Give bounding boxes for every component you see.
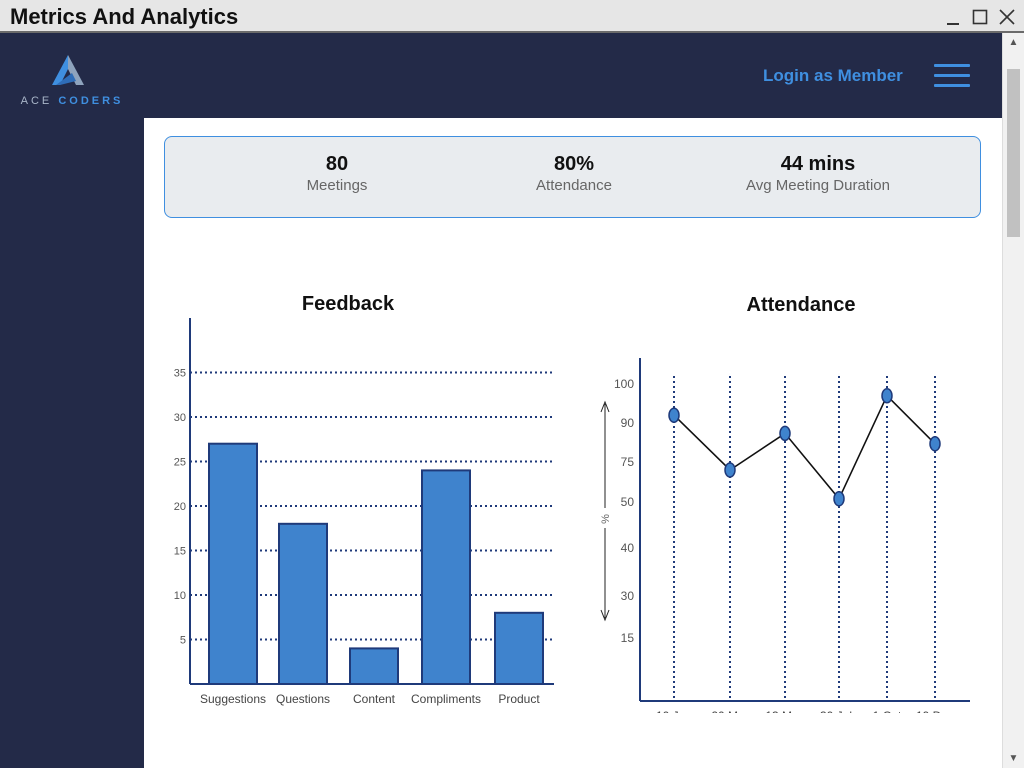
stat-meetings: 80 Meetings <box>257 153 417 194</box>
y-tick-label: 90 <box>621 416 635 430</box>
x-tick-label: Content <box>353 692 396 706</box>
data-point <box>881 387 893 404</box>
scroll-down-icon[interactable]: ▼ <box>1007 753 1020 765</box>
y-tick-label: 50 <box>621 495 635 509</box>
stat-value: 80% <box>553 153 595 175</box>
stats-panel: 80 Meetings 80% Attendance 44 mins Avg M… <box>164 136 981 218</box>
y-tick-label: 5 <box>180 635 186 647</box>
y-tick-label: 15 <box>174 546 186 558</box>
scrollbar-thumb[interactable] <box>1007 69 1020 237</box>
x-tick-label: 13 May <box>765 709 804 713</box>
stat-label: Attendance <box>536 177 612 194</box>
y-tick-label: 30 <box>174 412 186 424</box>
stat-attendance: 80% Attendance <box>494 153 654 194</box>
maximize-icon[interactable] <box>971 8 989 26</box>
x-tick-label: 30 July <box>820 709 858 713</box>
logo-mark-icon <box>52 55 84 85</box>
minimize-icon[interactable] <box>944 8 962 26</box>
x-tick-label: Questions <box>276 692 330 706</box>
window-titlebar: Metrics And Analytics <box>0 0 1024 33</box>
y-tick-label: 40 <box>621 541 635 555</box>
y-tick-label: 75 <box>621 455 635 469</box>
y-axis-label: % <box>600 514 612 524</box>
scroll-up-icon[interactable]: ▲ <box>1007 37 1020 49</box>
x-tick-label: 10 Jan <box>656 709 692 713</box>
login-as-member-link[interactable]: Login as Member <box>763 66 903 86</box>
y-tick-label: 25 <box>174 457 186 469</box>
x-tick-label: Suggestions <box>200 692 266 706</box>
data-point <box>668 407 680 423</box>
stat-label: Avg Meeting Duration <box>746 177 890 194</box>
y-tick-label: 35 <box>174 368 186 380</box>
data-point <box>779 425 791 442</box>
logo-text: ACE CODERS <box>20 95 124 107</box>
x-tick-label: 1 Oct <box>873 709 902 713</box>
data-point <box>833 491 845 507</box>
bar-product <box>494 611 544 685</box>
close-icon[interactable] <box>998 8 1016 26</box>
y-tick-label: 15 <box>621 631 635 645</box>
vertical-scrollbar[interactable]: ▲ ▼ <box>1002 33 1024 768</box>
stat-value: 80 <box>325 153 349 175</box>
main-content: 80 Meetings 80% Attendance 44 mins Avg M… <box>144 118 1002 768</box>
hamburger-menu-icon[interactable] <box>934 64 970 90</box>
data-point <box>724 462 736 478</box>
x-tick-label: 19 Dec <box>916 709 954 713</box>
y-tick-label: 100 <box>614 377 634 391</box>
y-tick-label: 10 <box>174 590 186 602</box>
x-tick-label: Compliments <box>411 692 481 706</box>
data-point <box>929 436 941 452</box>
x-tick-label: 20 Mar <box>711 709 748 713</box>
attendance-line-chart: 100 90 75 50 40 30 15% 10 Jan 20 Mar 13 May 30 Jul… <box>600 358 970 713</box>
y-tick-label: 30 <box>621 589 635 603</box>
y-tick-label: 20 <box>174 501 186 513</box>
bar-suggestions <box>208 442 258 685</box>
app-header: ACE CODERS Login as Member <box>0 33 1002 118</box>
feedback-bar-chart: 5 10 15 20 25 30 35 Suggestions Questions Content… <box>174 318 554 706</box>
bar-questions <box>278 522 328 685</box>
window-title: Metrics And Analytics <box>10 4 239 29</box>
attendance-series-line <box>673 394 936 501</box>
x-tick-label: Product <box>498 692 540 706</box>
stat-label: Meetings <box>306 177 368 194</box>
bar-content <box>349 647 399 685</box>
attendance-chart-title: Attendance <box>746 294 856 316</box>
stat-value: 44 mins <box>780 153 856 175</box>
stat-avg-duration: 44 mins Avg Meeting Duration <box>715 153 921 194</box>
bar-compliments <box>421 469 471 685</box>
ace-coders-logo[interactable]: ACE CODERS <box>20 53 124 108</box>
